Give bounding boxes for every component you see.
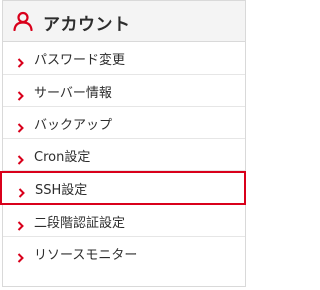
chevron-right-icon bbox=[17, 118, 24, 133]
menu-item-label: パスワード変更 bbox=[34, 53, 126, 68]
menu-item-password-change[interactable]: パスワード変更 bbox=[3, 42, 245, 75]
menu-item-label: サーバー情報 bbox=[34, 86, 112, 101]
chevron-right-icon bbox=[17, 216, 24, 231]
chevron-right-icon bbox=[17, 53, 24, 68]
chevron-right-icon bbox=[18, 183, 25, 198]
chevron-right-icon bbox=[17, 86, 24, 101]
menu-item-label: 二段階認証設定 bbox=[34, 216, 126, 231]
account-menu: パスワード変更 サーバー情報 バックアップ Cron設定 SSH設定 二段階認証… bbox=[0, 42, 246, 269]
menu-item-label: リソースモニター bbox=[34, 248, 138, 263]
account-sidebar-panel: アカウント パスワード変更 サーバー情報 バックアップ Cron設定 SSH設定… bbox=[0, 0, 246, 287]
menu-item-ssh-settings[interactable]: SSH設定 bbox=[0, 171, 246, 205]
menu-item-resource-monitor[interactable]: リソースモニター bbox=[3, 237, 245, 269]
chevron-right-icon bbox=[17, 150, 24, 165]
menu-item-backup[interactable]: バックアップ bbox=[3, 107, 245, 139]
menu-item-cron-settings[interactable]: Cron設定 bbox=[3, 139, 245, 171]
menu-item-server-info[interactable]: サーバー情報 bbox=[3, 75, 245, 107]
menu-item-label: SSH設定 bbox=[35, 183, 88, 198]
chevron-right-icon bbox=[17, 248, 24, 263]
account-header-title: アカウント bbox=[43, 15, 131, 35]
account-header: アカウント bbox=[3, 0, 245, 42]
menu-item-label: バックアップ bbox=[34, 118, 113, 133]
user-outline-icon bbox=[13, 11, 33, 32]
menu-item-label: Cron設定 bbox=[34, 150, 91, 165]
menu-item-two-factor-settings[interactable]: 二段階認証設定 bbox=[3, 205, 245, 237]
